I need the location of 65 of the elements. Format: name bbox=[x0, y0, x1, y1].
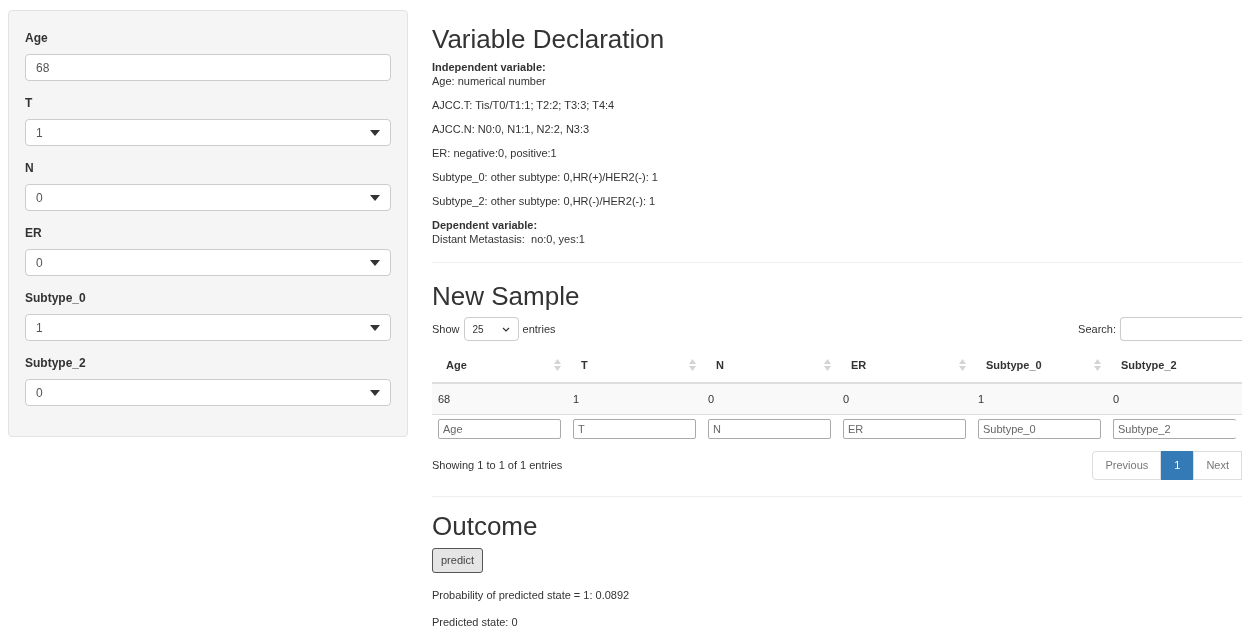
column-header[interactable]: Subtype_0 bbox=[972, 349, 1107, 383]
declaration-text: Subtype_2: other subtype: 0,HR(-)/HER2(-): 1 bbox=[432, 194, 657, 208]
result-text: Probability of predicted state = 1: 0.0892 bbox=[432, 588, 631, 602]
column-filter-input[interactable]: Subtype_2 bbox=[1113, 419, 1236, 439]
independent-heading: Independent variable: bbox=[432, 60, 547, 74]
sort-icon[interactable] bbox=[689, 359, 696, 372]
section-title: New Sample bbox=[432, 281, 581, 311]
dropdown-caret-icon bbox=[370, 259, 380, 266]
column-header[interactable]: N bbox=[702, 349, 837, 383]
dropdown-caret-icon bbox=[370, 194, 380, 201]
table-cell: 68 bbox=[432, 382, 567, 415]
select-dropdown[interactable]: 1 bbox=[25, 119, 391, 146]
declaration-text: ER: negative:0, positive:1 bbox=[432, 146, 558, 160]
column-filter-input[interactable]: N bbox=[708, 419, 831, 439]
declaration-text: Distant Metastasis: no:0, yes:1 bbox=[432, 232, 586, 246]
dependent-heading: Dependent variable: bbox=[432, 218, 539, 232]
column-filter-input[interactable]: T bbox=[573, 419, 696, 439]
column-filter-input[interactable]: Subtype_0 bbox=[978, 419, 1101, 439]
field-label: N bbox=[25, 160, 35, 177]
field-label: Subtype_2 bbox=[25, 355, 87, 372]
select-dropdown[interactable]: 0 bbox=[25, 249, 391, 276]
result-text: Predicted state: 0 bbox=[432, 615, 519, 629]
table-cell: 0 bbox=[702, 382, 837, 415]
select-dropdown[interactable]: 1 bbox=[25, 314, 391, 341]
declaration-text: Subtype_0: other subtype: 0,HR(+)/HER2(-): 1 bbox=[432, 170, 659, 184]
table-cell: 1 bbox=[972, 382, 1107, 415]
dropdown-caret-icon bbox=[370, 129, 380, 136]
chevron-down-icon bbox=[501, 326, 510, 332]
field-label: ER bbox=[25, 225, 43, 242]
dropdown-caret-icon bbox=[370, 324, 380, 331]
select-dropdown[interactable]: 0 bbox=[25, 379, 391, 406]
sort-icon[interactable] bbox=[824, 359, 831, 372]
section-title: Outcome bbox=[432, 511, 539, 541]
column-header[interactable]: Subtype_2 bbox=[1107, 349, 1242, 383]
declaration-text: Age: numerical number bbox=[432, 74, 547, 88]
field-label: Age bbox=[25, 30, 49, 47]
section-title: Variable Declaration bbox=[432, 24, 666, 54]
sort-icon[interactable] bbox=[959, 359, 966, 372]
select-dropdown[interactable]: 0 bbox=[25, 184, 391, 211]
table-info: Showing 1 to 1 of 1 entries bbox=[432, 458, 563, 474]
field-label: Subtype_0 bbox=[25, 290, 87, 307]
declaration-text: AJCC.T: Tis/T0/T1:1; T2:2; T3:3; T4:4 bbox=[432, 98, 616, 112]
search-input[interactable] bbox=[1120, 317, 1242, 341]
sort-icon[interactable] bbox=[1094, 359, 1101, 372]
dropdown-caret-icon bbox=[370, 389, 380, 396]
pagination-button[interactable]: Next bbox=[1193, 451, 1242, 480]
column-filter-input[interactable]: ER bbox=[843, 419, 966, 439]
entries-label: entries bbox=[522, 321, 556, 337]
column-filter-input[interactable]: Age bbox=[438, 419, 561, 439]
search-label: Search: bbox=[1078, 321, 1116, 337]
sort-icon[interactable] bbox=[554, 359, 561, 372]
table-cell: 0 bbox=[837, 382, 972, 415]
field-label: T bbox=[25, 95, 34, 112]
predict-button[interactable]: predict bbox=[432, 547, 484, 573]
declaration-text: AJCC.N: N0:0, N1:1, N2:2, N3:3 bbox=[432, 122, 591, 136]
entries-select[interactable]: 25 bbox=[463, 317, 519, 341]
column-header[interactable]: Age bbox=[432, 349, 567, 383]
show-label: Show bbox=[432, 321, 460, 337]
column-header[interactable]: ER bbox=[837, 349, 972, 383]
pagination-button[interactable]: 1 bbox=[1161, 451, 1194, 480]
pagination-button[interactable]: Previous bbox=[1092, 451, 1162, 480]
number-input[interactable]: 68 bbox=[25, 54, 391, 81]
table-cell: 0 bbox=[1107, 382, 1242, 415]
table-cell: 1 bbox=[567, 382, 702, 415]
column-header[interactable]: T bbox=[567, 349, 702, 383]
